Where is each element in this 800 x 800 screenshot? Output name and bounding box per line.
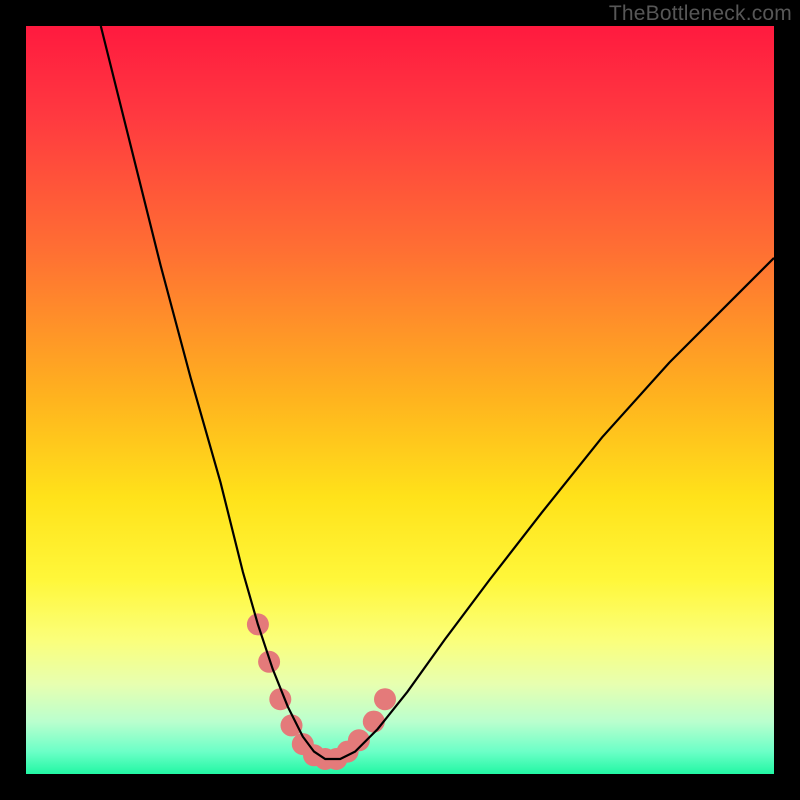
plot-area <box>26 26 774 774</box>
highlight-dot <box>281 714 303 736</box>
watermark-text: TheBottleneck.com <box>609 2 792 26</box>
bottleneck-chart <box>26 26 774 774</box>
gradient-background <box>26 26 774 774</box>
highlight-dot <box>363 711 385 733</box>
highlight-dot <box>374 688 396 710</box>
outer-frame: TheBottleneck.com <box>0 0 800 800</box>
highlight-dot <box>258 651 280 673</box>
